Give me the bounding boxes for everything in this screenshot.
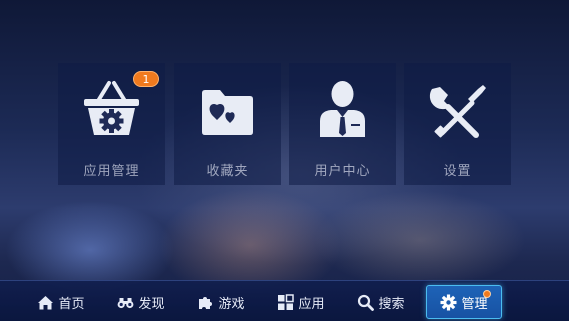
search-icon — [357, 294, 378, 311]
tile-app-management[interactable]: 1 应用管理 — [58, 63, 165, 185]
nav-item-search[interactable]: 搜索 — [346, 285, 416, 319]
nav-item-manage[interactable]: 管理 — [426, 285, 502, 319]
gear-icon — [440, 294, 461, 311]
tile-label: 设置 — [443, 164, 472, 179]
nav-label: 发现 — [138, 296, 165, 312]
tile-label: 应用管理 — [83, 164, 140, 179]
update-count-badge: 1 — [133, 71, 159, 87]
home-icon — [37, 294, 58, 311]
tile-settings[interactable]: 设置 — [404, 63, 511, 185]
puzzle-icon — [197, 294, 218, 311]
nav-item-apps[interactable]: 应用 — [266, 285, 336, 319]
tile-label: 用户中心 — [314, 164, 371, 179]
heart-folder-icon — [192, 77, 263, 143]
nav-label: 首页 — [58, 296, 85, 312]
nav-label: 游戏 — [218, 296, 245, 312]
wrench-screwdriver-icon — [422, 77, 493, 143]
nav-item-home[interactable]: 首页 — [26, 285, 96, 319]
tile-label: 收藏夹 — [206, 164, 249, 179]
tile-user-center[interactable]: 用户中心 — [289, 63, 396, 185]
user-icon — [307, 77, 378, 143]
notification-dot — [483, 290, 491, 298]
binoculars-icon — [117, 294, 138, 311]
basket-gear-icon — [76, 77, 147, 143]
bottom-nav-bar: 首页 发现 游戏 应用 搜索 管理 — [0, 280, 569, 321]
grid-icon — [277, 293, 298, 311]
nav-item-games[interactable]: 游戏 — [186, 285, 256, 319]
app-tile-grid: 1 应用管理 收藏夹 用户中心 设置 — [0, 0, 569, 278]
nav-label: 应用 — [298, 296, 325, 312]
tile-favorites[interactable]: 收藏夹 — [174, 63, 281, 185]
nav-label: 搜索 — [378, 296, 405, 312]
nav-item-discover[interactable]: 发现 — [106, 285, 176, 319]
